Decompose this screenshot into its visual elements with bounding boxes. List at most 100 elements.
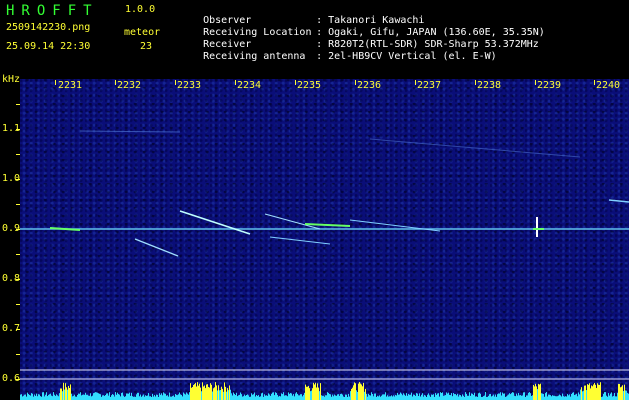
- signal-sample: [333, 396, 334, 400]
- signal-sample: [156, 394, 157, 400]
- signal-sample: [279, 395, 280, 400]
- signal-sample: [84, 394, 85, 400]
- signal-sample: [172, 396, 173, 400]
- signal-sample: [242, 396, 243, 400]
- meteor-echo: [608, 199, 629, 203]
- signal-sample: [161, 393, 162, 400]
- signal-sample: [550, 395, 551, 400]
- signal-sample: [75, 396, 76, 400]
- signal-sample: [28, 394, 29, 400]
- signal-sample: [568, 395, 569, 400]
- signal-sample: [83, 394, 84, 400]
- signal-sample: [392, 396, 393, 400]
- signal-sample: [450, 395, 451, 400]
- signal-sample: [52, 396, 53, 400]
- signal-sample: [573, 392, 574, 400]
- freq-tick: [16, 204, 20, 205]
- signal-sample: [610, 393, 611, 400]
- signal-sample: [25, 394, 26, 400]
- signal-sample: [116, 394, 117, 400]
- signal-sample: [167, 395, 168, 400]
- time-tick: [175, 80, 176, 85]
- spectrogram-svg: [20, 130, 629, 380]
- signal-sample: [159, 393, 160, 400]
- signal-sample: [180, 394, 181, 400]
- signal-sample: [611, 392, 612, 400]
- signal-sample: [606, 395, 607, 400]
- signal-sample: [548, 394, 549, 400]
- signal-sample: [488, 395, 489, 400]
- signal-sample: [460, 395, 461, 400]
- signal-sample: [352, 387, 353, 400]
- signal-sample: [145, 395, 146, 400]
- time-label: 2240: [596, 80, 621, 91]
- signal-sample: [449, 394, 450, 400]
- signal-sample: [182, 396, 183, 400]
- signal-sample: [395, 394, 396, 400]
- signal-sample: [562, 393, 563, 400]
- signal-strength-bar: [20, 382, 629, 400]
- signal-sample: [593, 384, 594, 400]
- signal-sample: [330, 394, 331, 400]
- freq-tick: [16, 104, 20, 105]
- freq-tick: [16, 329, 20, 330]
- signal-sample: [374, 393, 375, 400]
- signal-sample: [188, 394, 189, 400]
- signal-sample: [211, 384, 212, 400]
- signal-sample: [225, 386, 226, 400]
- signal-sample: [427, 394, 428, 400]
- signal-sample: [402, 395, 403, 400]
- signal-sample: [246, 394, 247, 400]
- signal-sample: [210, 383, 211, 400]
- signal-sample: [590, 388, 591, 400]
- signal-sample: [612, 396, 613, 400]
- signal-sample: [483, 396, 484, 400]
- signal-sample: [121, 393, 122, 400]
- signal-sample: [503, 393, 504, 400]
- signal-sample: [267, 395, 268, 400]
- signal-sample: [216, 385, 217, 400]
- signal-sample: [428, 393, 429, 400]
- signal-sample: [353, 385, 354, 400]
- signal-sample: [33, 396, 34, 400]
- freq-tick: [16, 254, 20, 255]
- faint-echo: [369, 138, 581, 158]
- signal-sample: [166, 395, 167, 400]
- signal-sample: [361, 384, 362, 400]
- signal-sample: [281, 393, 282, 400]
- signal-sample: [357, 391, 358, 400]
- signal-sample: [21, 394, 22, 400]
- signal-sample: [465, 392, 466, 400]
- signal-sample: [349, 396, 350, 400]
- signal-sample: [44, 396, 45, 400]
- signal-sample: [574, 394, 575, 400]
- signal-sample: [126, 393, 127, 400]
- signal-sample: [551, 396, 552, 400]
- signal-sample: [509, 393, 510, 400]
- meteor-echo: [269, 236, 331, 245]
- signal-sample: [282, 394, 283, 400]
- signal-sample: [255, 396, 256, 400]
- signal-sample: [207, 384, 208, 400]
- signal-sample: [397, 392, 398, 400]
- signal-sample: [587, 384, 588, 400]
- time-label: 2231: [58, 80, 83, 91]
- signal-sample: [342, 394, 343, 400]
- signal-sample: [382, 394, 383, 400]
- signal-sample: [390, 396, 391, 400]
- signal-sample: [201, 391, 202, 400]
- signal-sample: [276, 392, 277, 400]
- signal-sample: [162, 395, 163, 400]
- signal-sample: [154, 394, 155, 400]
- signal-sample: [237, 396, 238, 400]
- signal-sample: [22, 396, 23, 400]
- signal-sample: [594, 382, 595, 400]
- signal-sample: [338, 394, 339, 400]
- signal-sample: [27, 392, 28, 400]
- signal-sample: [341, 393, 342, 400]
- signal-sample: [485, 392, 486, 400]
- signal-sample: [309, 388, 310, 400]
- signal-sample: [50, 393, 51, 400]
- signal-sample: [170, 396, 171, 400]
- signal-sample: [251, 393, 252, 400]
